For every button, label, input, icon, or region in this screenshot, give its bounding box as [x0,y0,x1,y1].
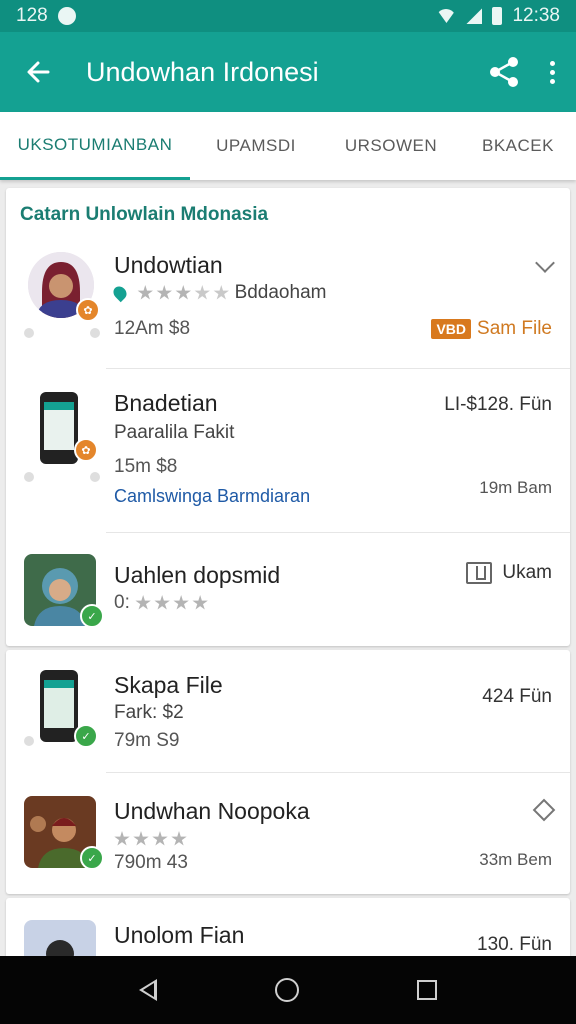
item-name: Unolom Fian [114,922,245,948]
more-options-button[interactable] [546,52,558,92]
list-item[interactable]: ✓ Skapa File Fark: $2 79m S9 424 Fün [6,650,570,772]
tab-4[interactable]: BKACEK [460,112,576,180]
rating-stars [137,284,229,301]
list-card: Catarn Unlowlain Mdonasia ✿ Undowtian Bd… [6,188,570,646]
verified-icon: ✿ [76,298,100,322]
list-card: ✓ Skapa File Fark: $2 79m S9 424 Fün ✓ U… [6,650,570,894]
list-item[interactable]: ✓ Uahlen dopsmid 0: Ukam [6,544,570,644]
item-action[interactable]: Ukam [466,562,552,584]
star-icon [137,284,153,300]
indicator-dot [24,736,34,746]
star-icon [192,594,208,610]
diamond-icon [532,798,556,822]
divider [106,532,570,533]
divider [106,772,570,773]
file-icon [466,562,493,584]
chevron-down-icon [535,253,555,273]
item-price: LI-$128. Fün [444,394,552,415]
tab-1[interactable]: UKSOTUMIANBAN [0,112,190,180]
status-badge: VBD [431,319,472,339]
expand-button[interactable] [535,253,555,273]
item-subtitle: Fark: $2 [114,702,184,723]
signal-icon [466,8,483,24]
item-location: Bddaoham [234,282,327,303]
star-icon [156,284,172,300]
item-price: 130. Fün [477,934,552,955]
check-icon: ✓ [74,724,98,748]
notification-icon [57,7,76,25]
indicator-dot [90,328,100,338]
share-icon [490,57,518,87]
star-icon [135,594,151,610]
rating-stars [114,830,187,847]
wifi-icon [436,9,457,23]
status-time-left: 128 [16,5,48,26]
star-icon [173,594,189,610]
indicator-dot [90,472,100,482]
star-icon [152,830,168,846]
star-icon [171,830,187,846]
nav-recents-icon[interactable] [417,980,437,1000]
status-bar: 128 12:38 [0,0,576,32]
item-time: 19m Bam [479,478,552,497]
verified-icon: ✿ [74,438,98,462]
more-vert-icon [549,60,555,66]
tab-2[interactable]: UPAMSDI [190,112,322,180]
star-icon [133,830,149,846]
item-name: Undwhan Noopoka [114,798,310,824]
check-icon: ✓ [80,846,104,870]
check-icon: ✓ [80,604,104,628]
indicator-dot [24,328,34,338]
phone-image [40,392,78,464]
item-options-button[interactable] [532,798,556,822]
item-name: Undowtian [114,252,223,278]
star-icon [154,594,170,610]
indicator-dot [24,472,34,482]
list-item[interactable]: ✓ Undwhan Noopoka 790m 43 33m Bem [6,774,570,894]
star-icon [213,284,229,300]
item-name: Bnadetian [114,390,218,416]
section-title: Catarn Unlowlain Mdonasia [20,204,269,225]
back-button[interactable] [18,52,58,92]
star-icon [175,284,191,300]
app-bar: Undowhan Irdonesi [0,32,576,112]
star-icon [114,830,130,846]
phone-image [40,670,78,742]
item-rating-row: Bddaoham [110,282,327,304]
nav-home-icon[interactable] [275,978,299,1002]
item-time: 33m Bem [479,850,552,869]
item-link[interactable]: Camlswinga Barmdiaran [114,486,310,507]
item-meta: 12Am $8 [114,318,191,339]
battery-icon [492,7,503,25]
item-rating-row: 0: [114,592,208,614]
item-subtitle: Paaralila Fakit [114,422,235,443]
tab-bar: UKSOTUMIANBAN UPAMSDI URSOWEN BKACEK [0,112,576,180]
rating-stars [135,594,208,611]
item-meta: 79m S9 [114,730,180,751]
item-name: Uahlen dopsmid [114,562,281,588]
system-nav-bar [0,956,576,1024]
star-icon [194,284,210,300]
list-item[interactable]: ✿ Bnadetian Paaralila Fakit 15m $8 Camls… [6,382,570,532]
divider [106,368,570,369]
page-title: Undowhan Irdonesi [86,56,319,87]
item-meta: 15m $8 [114,456,178,477]
arrow-back-icon [27,61,50,83]
item-price: 424 Fün [482,686,552,707]
share-button[interactable] [484,52,524,92]
list-item[interactable]: ✿ Undowtian Bddaoham 12Am $8 VBD Sam File [6,242,570,368]
nav-back-icon[interactable] [139,979,157,1001]
location-pin-icon [110,283,130,303]
status-time: 12:38 [512,5,560,26]
item-file-label: VBD Sam File [431,318,552,340]
item-name: Skapa File [114,672,223,698]
item-meta: 790m 43 [114,852,188,873]
item-rating-row [114,828,187,850]
tab-3[interactable]: URSOWEN [322,112,460,180]
